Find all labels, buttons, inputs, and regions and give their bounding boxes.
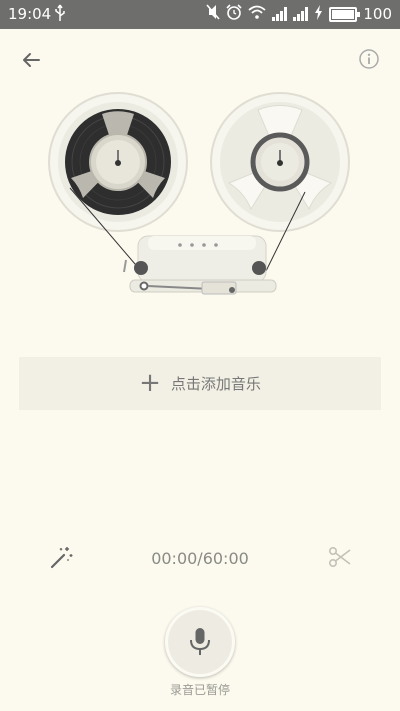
status-time: 19:04 xyxy=(8,5,52,23)
record-button[interactable] xyxy=(165,607,235,677)
battery-level: 100 xyxy=(363,5,392,23)
trim-button[interactable] xyxy=(328,545,352,569)
charging-icon xyxy=(314,4,323,24)
right-reel xyxy=(210,92,350,232)
status-icons: 100 xyxy=(206,4,392,24)
status-bar: 19:04 100 xyxy=(0,0,400,29)
record-status-label: 录音已暂停 xyxy=(169,683,230,697)
add-music-button[interactable]: + 点击添加音乐 xyxy=(19,357,381,410)
add-music-label: 点击添加音乐 xyxy=(170,375,261,393)
left-reel xyxy=(48,92,188,232)
info-button[interactable] xyxy=(358,48,380,70)
arrow-left-icon xyxy=(23,53,40,67)
alarm-icon xyxy=(226,4,242,24)
scissors-icon xyxy=(328,546,351,568)
plus-icon: + xyxy=(139,367,161,398)
microphone-icon xyxy=(190,628,210,655)
usb-icon xyxy=(54,4,66,26)
tape-deck-illustration xyxy=(48,92,350,295)
silent-icon xyxy=(206,4,220,24)
cell-signal-icon-2 xyxy=(293,7,309,21)
wifi-icon xyxy=(248,5,266,23)
tape-head-unit xyxy=(123,235,277,295)
info-icon xyxy=(359,49,379,69)
back-button[interactable] xyxy=(16,46,46,74)
battery-icon xyxy=(329,6,361,22)
cell-signal-icon xyxy=(272,7,288,21)
